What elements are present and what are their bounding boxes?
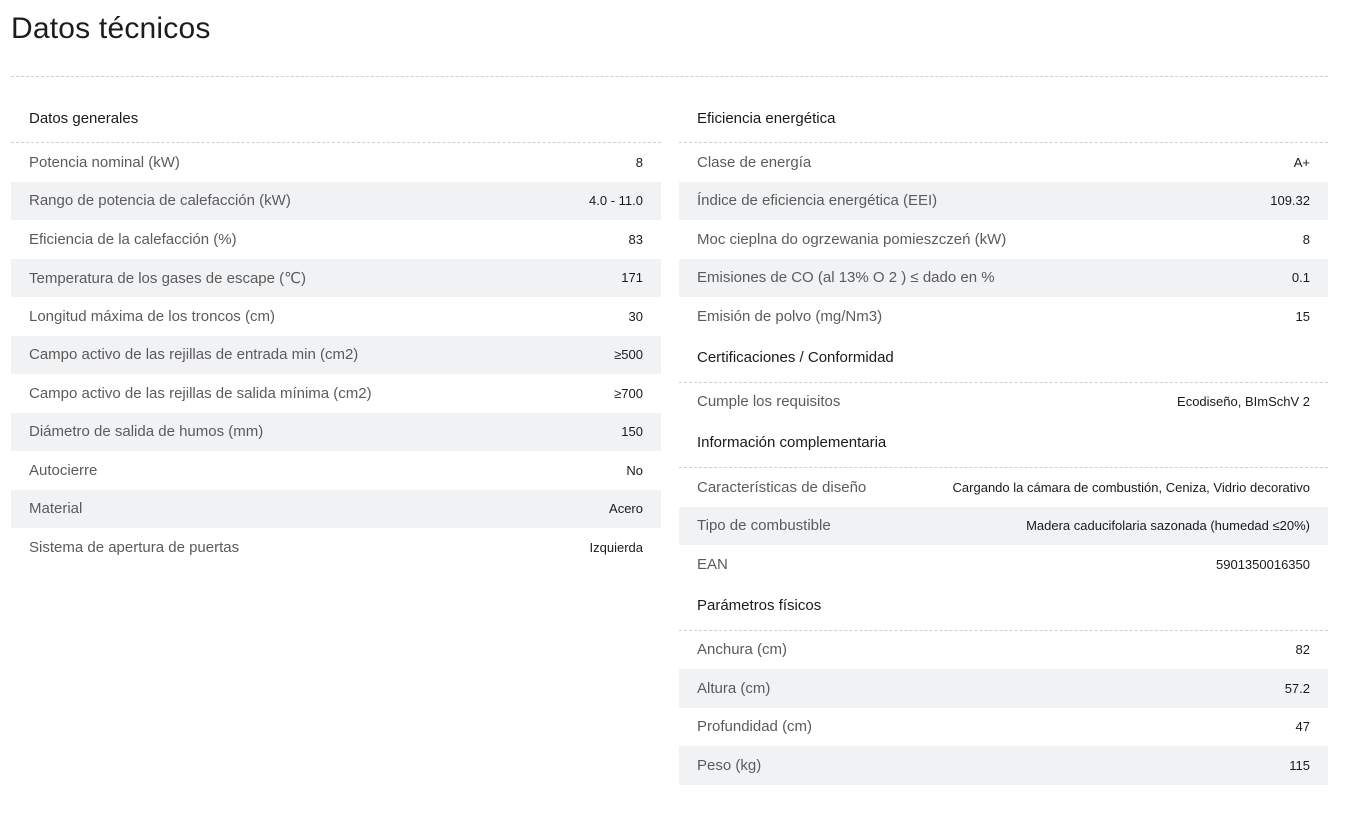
spec-label: Autocierre [29,461,98,479]
spec-label: Moc cieplna do ogrzewania pomieszczeń (k… [697,230,1007,248]
spec-label: Campo activo de las rejillas de salida m… [29,384,372,402]
spec-label: Emisión de polvo (mg/Nm3) [697,307,883,325]
spec-label: Profundidad (cm) [697,718,813,736]
spec-row: Anchura (cm) 82 [679,631,1328,670]
title-divider [11,76,1328,77]
spec-row: Emisión de polvo (mg/Nm3) 15 [679,297,1328,336]
spec-value: Izquierda [589,539,643,555]
spec-row: Peso (kg) 115 [679,746,1328,785]
spec-label: Sistema de apertura de puertas [29,538,240,556]
spec-row: Material Acero [11,489,661,528]
spec-label: Campo activo de las rejillas de entrada … [29,346,359,364]
spec-value: 109.32 [1270,193,1310,209]
spec-row: Campo activo de las rejillas de salida m… [11,374,661,413]
spec-value: 8 [635,154,643,170]
section-title-datos-generales: Datos generales [11,100,661,143]
spec-label: Clase de energía [697,153,812,171]
spec-value: 8 [1302,231,1310,247]
spec-row: Tipo de combustible Madera caducifolaria … [679,506,1328,545]
section-title-parametros-fisicos: Parámetros físicos [679,584,1328,631]
spec-label: Longitud máxima de los troncos (cm) [29,307,275,325]
spec-value: No [626,462,643,478]
spec-row: Longitud máxima de los troncos (cm) 30 [11,297,661,336]
spec-label: Cumple los requisitos [697,393,841,411]
spec-label: Índice de eficiencia energética (EEI) [697,192,938,210]
spec-row: Eficiencia de la calefacción (%) 83 [11,220,661,259]
spec-label: Temperatura de los gases de escape (℃) [29,269,306,287]
spec-value: ≥500 [614,347,643,363]
spec-value: 0.1 [1291,270,1310,286]
spec-label: Peso (kg) [697,756,762,774]
section-title-informacion-complementaria: Información complementaria [679,421,1328,468]
spec-row: Autocierre No [11,451,661,490]
spec-row: Rango de potencia de calefacción (kW) 4.0… [11,181,661,220]
spec-row: Diámetro de salida de humos (mm) 150 [11,412,661,451]
section-title-eficiencia-energetica: Eficiencia energética [679,100,1328,143]
spec-label: Altura (cm) [697,679,771,697]
spec-row: Sistema de apertura de puertas Izquierda [11,528,661,567]
spec-value: ≥700 [614,385,643,401]
spec-value: 57.2 [1284,680,1310,696]
spec-row: Cumple los requisitos Ecodiseño, BImSchV … [679,383,1328,422]
spec-value: 30 [628,308,643,324]
spec-label: Rango de potencia de calefacción (kW) [29,192,291,210]
spec-row: Índice de eficiencia energética (EEI) 109… [679,181,1328,220]
spec-row: Características de diseño Cargando la cám… [679,468,1328,507]
spec-label: Material [29,500,83,518]
section-title-certificaciones-conformidad: Certificaciones / Conformidad [679,336,1328,383]
spec-row: Altura (cm) 57.2 [679,669,1328,708]
page-title: Datos técnicos [11,12,211,45]
spec-label: Diámetro de salida de humos (mm) [29,423,264,441]
spec-row: Clase de energía A+ [679,143,1328,182]
spec-label: Potencia nominal (kW) [29,153,180,171]
spec-row: Potencia nominal (kW) 8 [11,143,661,182]
spec-value: Ecodiseño, BImSchV 2 [1177,394,1310,410]
spec-label: Anchura (cm) [697,641,788,659]
spec-value: Cargando la cámara de combustión, Ceniza… [952,479,1310,495]
spec-value: 150 [621,424,643,440]
spec-label: Tipo de combustible [697,517,831,535]
spec-value: 4.0 - 11.0 [589,193,643,209]
spec-row: Campo activo de las rejillas de entrada … [11,335,661,374]
spec-value: Acero [609,501,643,517]
spec-value: 15 [1295,308,1310,324]
spec-value: 115 [1289,757,1310,773]
spec-row: Profundidad (cm) 47 [679,708,1328,747]
left-spec-column: Datos generales Potencia nominal (kW) 8 Ran… [11,100,661,567]
spec-value: 82 [1295,642,1310,658]
right-spec-column: Eficiencia energética Clase de energía A+ Í… [679,100,1328,785]
spec-label: EAN [697,555,728,573]
spec-value: 83 [628,231,643,247]
spec-value: A+ [1293,154,1310,170]
spec-value: 5901350016350 [1216,556,1310,572]
spec-row: Emisiones de CO (al 13% O 2 ) ≤ dado en … [679,258,1328,297]
spec-label: Emisiones de CO (al 13% O 2 ) ≤ dado en … [697,269,995,287]
spec-value: 47 [1295,719,1310,735]
spec-row: Moc cieplna do ogrzewania pomieszczeń (k… [679,220,1328,259]
spec-label: Características de diseño [697,478,867,496]
spec-label: Eficiencia de la calefacción (%) [29,230,237,248]
spec-row: EAN 5901350016350 [679,545,1328,584]
spec-value: 171 [621,270,643,286]
spec-row: Temperatura de los gases de escape (℃) 17… [11,258,661,297]
tech-specs-page: Datos técnicos Datos generales Potencia n… [0,0,1349,824]
spec-value: Madera caducifolaria sazonada (humedad ≤… [1026,518,1310,534]
